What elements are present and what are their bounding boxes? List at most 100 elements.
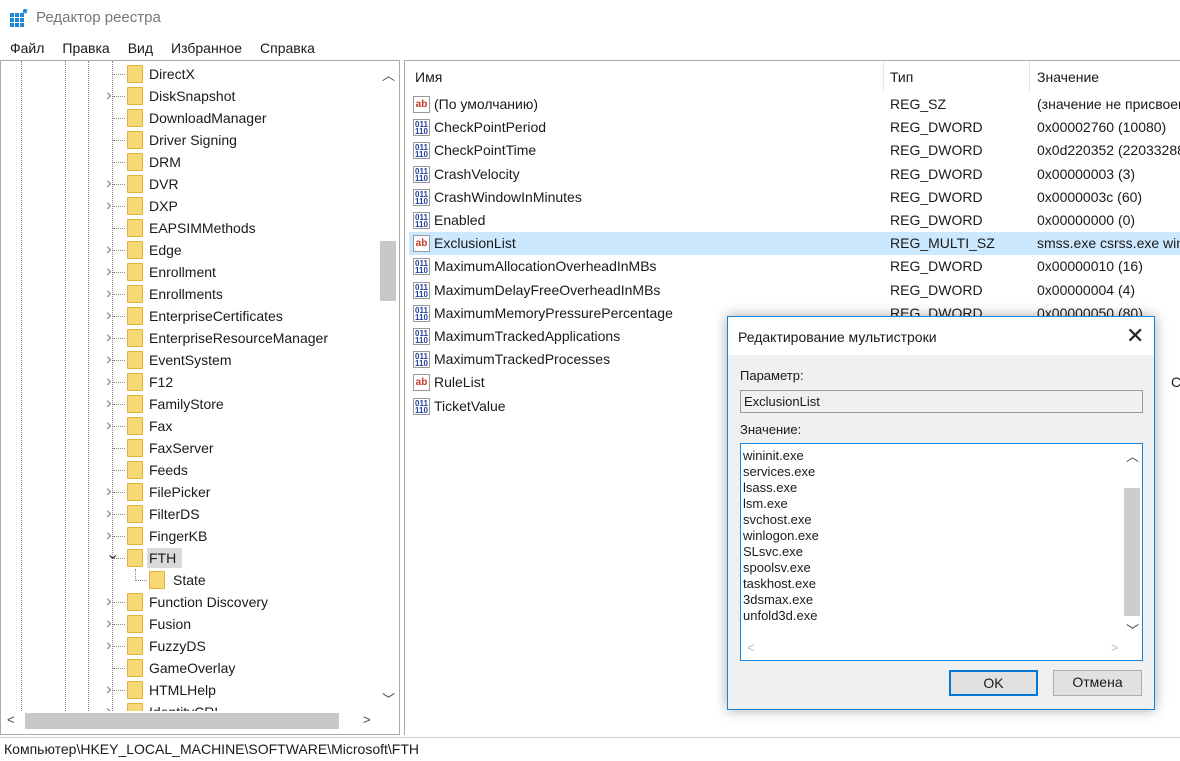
tree-item[interactable]: ⌄ FTH [1, 544, 377, 569]
tree-item[interactable]: › Fusion [1, 613, 377, 635]
tree-item-label: DiskSnapshot [149, 88, 236, 104]
string-value-icon: ab [413, 374, 430, 392]
tree-item[interactable]: › Enrollment [1, 261, 377, 283]
tree-item[interactable]: › FingerKB [1, 525, 377, 547]
tree-item[interactable]: DRM [1, 151, 377, 173]
tree-vertical-scrollbar[interactable]: ︿ ﹀ [378, 61, 398, 711]
tree-item[interactable]: EAPSIMMethods [1, 217, 377, 239]
column-header-type[interactable]: Тип [890, 69, 913, 85]
column-header-value[interactable]: Значение [1037, 69, 1099, 85]
tree-item[interactable]: › Enrollments [1, 283, 377, 305]
value-type: REG_DWORD [890, 212, 983, 228]
menu-view[interactable]: Вид [118, 36, 161, 60]
value-row[interactable]: ab (По умолчанию) REG_SZ (значение не присв… [409, 93, 1180, 116]
scroll-up-icon[interactable]: ︿ [1126, 446, 1139, 465]
tree-item[interactable]: GameOverlay [1, 657, 377, 679]
chevron-right-icon[interactable]: › [106, 393, 112, 413]
scroll-right-icon[interactable]: > [1111, 640, 1119, 655]
ok-button[interactable]: OK [949, 670, 1038, 696]
value-type: REG_DWORD [890, 188, 983, 205]
tree-item[interactable]: DownloadManager [1, 107, 377, 129]
scroll-left-icon[interactable]: < [747, 640, 755, 655]
tree-item[interactable]: › EnterpriseCertificates [1, 305, 377, 327]
value-textarea[interactable]: wininit.exe services.exe lsass.exe lsm.exe s… [740, 443, 1143, 661]
chevron-right-icon[interactable]: › [106, 481, 112, 501]
chevron-right-icon[interactable]: › [106, 173, 112, 193]
scroll-right-icon[interactable]: > [363, 712, 371, 727]
tree-item[interactable]: › F12 [1, 371, 377, 393]
tree-connector [113, 602, 125, 603]
tree-item[interactable]: › FilterDS [1, 503, 377, 525]
column-divider[interactable] [883, 61, 884, 92]
column-divider[interactable] [1029, 61, 1030, 92]
value-name: Enabled [434, 212, 486, 228]
chevron-right-icon[interactable]: › [106, 305, 112, 325]
cancel-button[interactable]: Отмена [1053, 670, 1142, 696]
close-icon[interactable]: ✕ [1126, 323, 1144, 349]
scroll-thumb[interactable] [380, 241, 396, 301]
chevron-right-icon[interactable]: › [106, 525, 112, 545]
textarea-vertical-scrollbar[interactable]: ︿ ﹀ [1123, 444, 1141, 640]
value-row[interactable]: 011 110 CrashWindowInMinutes REG_DWORD 0x000… [409, 186, 1180, 209]
value-row[interactable]: 011 110 CheckPointTime REG_DWORD 0x0d220352 … [409, 139, 1180, 162]
chevron-right-icon[interactable]: › [106, 635, 112, 655]
tree-item[interactable]: Driver Signing [1, 129, 377, 151]
tree-item[interactable]: › FuzzyDS [1, 635, 377, 657]
tree-item[interactable]: › FilePicker [1, 481, 377, 503]
chevron-right-icon[interactable]: › [106, 371, 112, 391]
chevron-down-icon[interactable]: ⌄ [106, 544, 119, 564]
tree-item[interactable]: State [1, 569, 377, 591]
chevron-right-icon[interactable]: › [106, 85, 112, 105]
scroll-up-icon[interactable]: ︿ [382, 65, 395, 84]
chevron-right-icon[interactable]: › [106, 349, 112, 369]
chevron-right-icon[interactable]: › [106, 261, 112, 281]
value-row[interactable]: ab ExclusionList REG_MULTI_SZ smss.exe csrs… [409, 232, 1180, 256]
tree-horizontal-scrollbar[interactable]: < > [1, 711, 399, 731]
tree-item[interactable]: › DXP [1, 195, 377, 217]
menu-file[interactable]: Файл [0, 36, 52, 60]
value-data: smss.exe csrss.exe wininit.exe [1037, 235, 1180, 252]
scroll-down-icon[interactable]: ﹀ [382, 689, 395, 708]
tree-item[interactable]: › Function Discovery [1, 591, 377, 613]
column-header-name[interactable]: Имя [415, 69, 442, 85]
menu-help[interactable]: Справка [250, 36, 323, 60]
chevron-right-icon[interactable]: › [106, 415, 112, 435]
menu-edit[interactable]: Правка [52, 36, 117, 60]
value-row[interactable]: 011 110 CrashVelocity REG_DWORD 0x00000003 (… [409, 163, 1180, 186]
value-row[interactable]: 011 110 CheckPointPeriod REG_DWORD 0x0000276… [409, 116, 1180, 139]
tree-item[interactable]: › DiskSnapshot [1, 85, 377, 107]
chevron-right-icon[interactable]: › [106, 327, 112, 347]
scroll-left-icon[interactable]: < [7, 712, 15, 727]
scroll-thumb[interactable] [25, 713, 339, 729]
folder-icon [149, 571, 165, 589]
tree-item[interactable]: › Fax [1, 415, 377, 437]
tree-item[interactable]: › FamilyStore [1, 393, 377, 415]
chevron-right-icon[interactable]: › [106, 613, 112, 633]
chevron-right-icon[interactable]: › [106, 679, 112, 699]
tree-item-label: Feeds [149, 462, 188, 478]
tree-item[interactable]: DirectX [1, 63, 377, 85]
tree-item[interactable]: FaxServer [1, 437, 377, 459]
tree-connector [113, 118, 125, 119]
value-row[interactable]: 011 110 MaximumAllocationOverheadInMBs REG_… [409, 255, 1180, 278]
value-name: TicketValue [434, 397, 506, 414]
tree-item[interactable]: › DVR [1, 173, 377, 195]
scroll-thumb[interactable] [1124, 488, 1140, 616]
status-bar-path: Компьютер\HKEY_LOCAL_MACHINE\SOFTWARE\Mi… [0, 737, 1180, 761]
scroll-down-icon[interactable]: ﹀ [1126, 620, 1139, 639]
tree-connector [113, 426, 125, 427]
chevron-right-icon[interactable]: › [106, 239, 112, 259]
chevron-right-icon[interactable]: › [106, 591, 112, 611]
tree-item[interactable]: Feeds [1, 459, 377, 481]
chevron-right-icon[interactable]: › [106, 283, 112, 303]
tree-item[interactable]: › EnterpriseResourceManager [1, 327, 377, 349]
menu-favorites[interactable]: Избранное [161, 36, 250, 60]
chevron-right-icon[interactable]: › [106, 503, 112, 523]
tree-item[interactable]: › HTMLHelp [1, 679, 377, 701]
tree-item[interactable]: › Edge [1, 239, 377, 261]
value-row[interactable]: 011 110 Enabled REG_DWORD 0x00000000 (0) [409, 209, 1180, 232]
tree-item[interactable]: › EventSystem [1, 349, 377, 371]
value-row[interactable]: 011 110 MaximumDelayFreeOverheadInMBs REG_D… [409, 279, 1180, 302]
param-name-field[interactable]: ExclusionList [740, 390, 1143, 413]
chevron-right-icon[interactable]: › [106, 195, 112, 215]
